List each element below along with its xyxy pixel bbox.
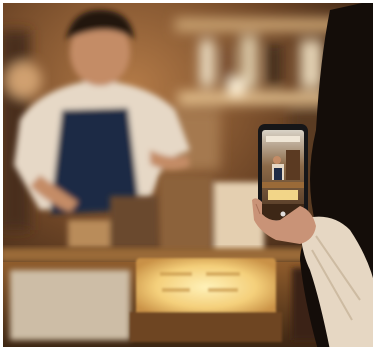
cafe-photo	[0, 0, 376, 350]
glowing-menu-sign	[130, 258, 282, 342]
photo-frame	[0, 0, 376, 350]
camera-preview-icon	[280, 211, 286, 217]
